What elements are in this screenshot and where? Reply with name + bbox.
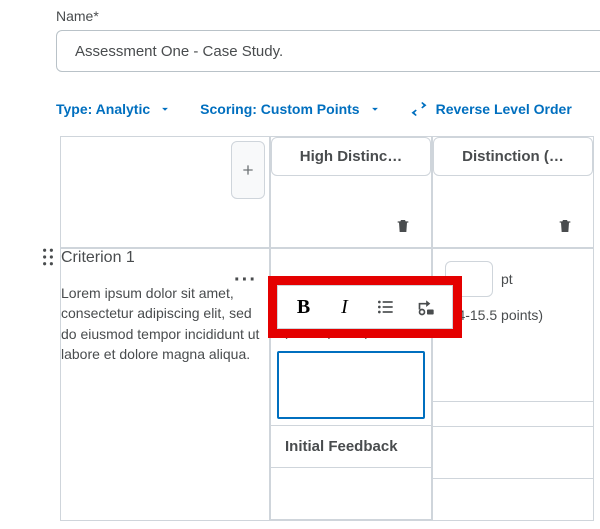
- level-name-input[interactable]: Distinction (…: [433, 137, 593, 176]
- name-input[interactable]: [56, 30, 600, 72]
- bold-button[interactable]: B: [287, 290, 321, 324]
- scoring-dropdown-label: Scoring: Custom Points: [200, 101, 359, 117]
- delete-level-button[interactable]: [557, 218, 573, 237]
- swap-icon: [410, 100, 428, 118]
- italic-button[interactable]: I: [328, 290, 362, 324]
- criterion-description[interactable]: Lorem ipsum dolor sit amet, consectetur …: [61, 283, 269, 364]
- bullet-list-button[interactable]: [369, 290, 403, 324]
- initial-feedback-editor[interactable]: [271, 468, 431, 520]
- trash-icon: [395, 218, 411, 234]
- criterion-cell: Criterion 1 ··· Lorem ipsum dolor sit am…: [60, 248, 270, 521]
- name-label: Name*: [56, 8, 600, 24]
- reverse-level-order-label: Reverse Level Order: [436, 101, 572, 117]
- level-header: Distinction (…: [432, 136, 594, 248]
- drag-handle[interactable]: [41, 253, 55, 269]
- criterion-menu-button[interactable]: ···: [234, 269, 257, 292]
- type-dropdown-label: Type: Analytic: [56, 101, 150, 117]
- reverse-level-order-button[interactable]: Reverse Level Order: [410, 100, 572, 118]
- list-icon: [376, 297, 396, 317]
- insert-stuff-button[interactable]: [410, 290, 444, 324]
- initial-feedback-header-continuation: [432, 401, 593, 427]
- plus-icon: [240, 162, 256, 178]
- level-header: High Distinc…: [270, 136, 432, 248]
- scoring-dropdown[interactable]: Scoring: Custom Points: [200, 101, 381, 117]
- type-dropdown[interactable]: Type: Analytic: [56, 101, 172, 117]
- trash-icon: [557, 218, 573, 234]
- cell-description-editor[interactable]: [277, 351, 425, 419]
- insert-icon: [417, 297, 437, 317]
- initial-feedback-header: Initial Feedback: [271, 425, 431, 468]
- drag-icon: [41, 248, 55, 266]
- add-level-cell: [60, 136, 270, 248]
- delete-level-button[interactable]: [395, 218, 411, 237]
- chevron-down-icon: [158, 102, 172, 116]
- add-level-button[interactable]: [231, 141, 265, 199]
- initial-feedback-editor[interactable]: [433, 427, 593, 479]
- rubric-settings-toolbar: Type: Analytic Scoring: Custom Points Re…: [56, 100, 600, 118]
- criterion-title[interactable]: Criterion 1: [61, 249, 269, 267]
- level-name-input[interactable]: High Distinc…: [271, 137, 431, 176]
- chevron-down-icon: [368, 102, 382, 116]
- rich-text-toolbar: B I: [268, 276, 462, 338]
- points-unit-label: pt: [501, 271, 513, 287]
- cell-description-editor[interactable]: [433, 329, 593, 401]
